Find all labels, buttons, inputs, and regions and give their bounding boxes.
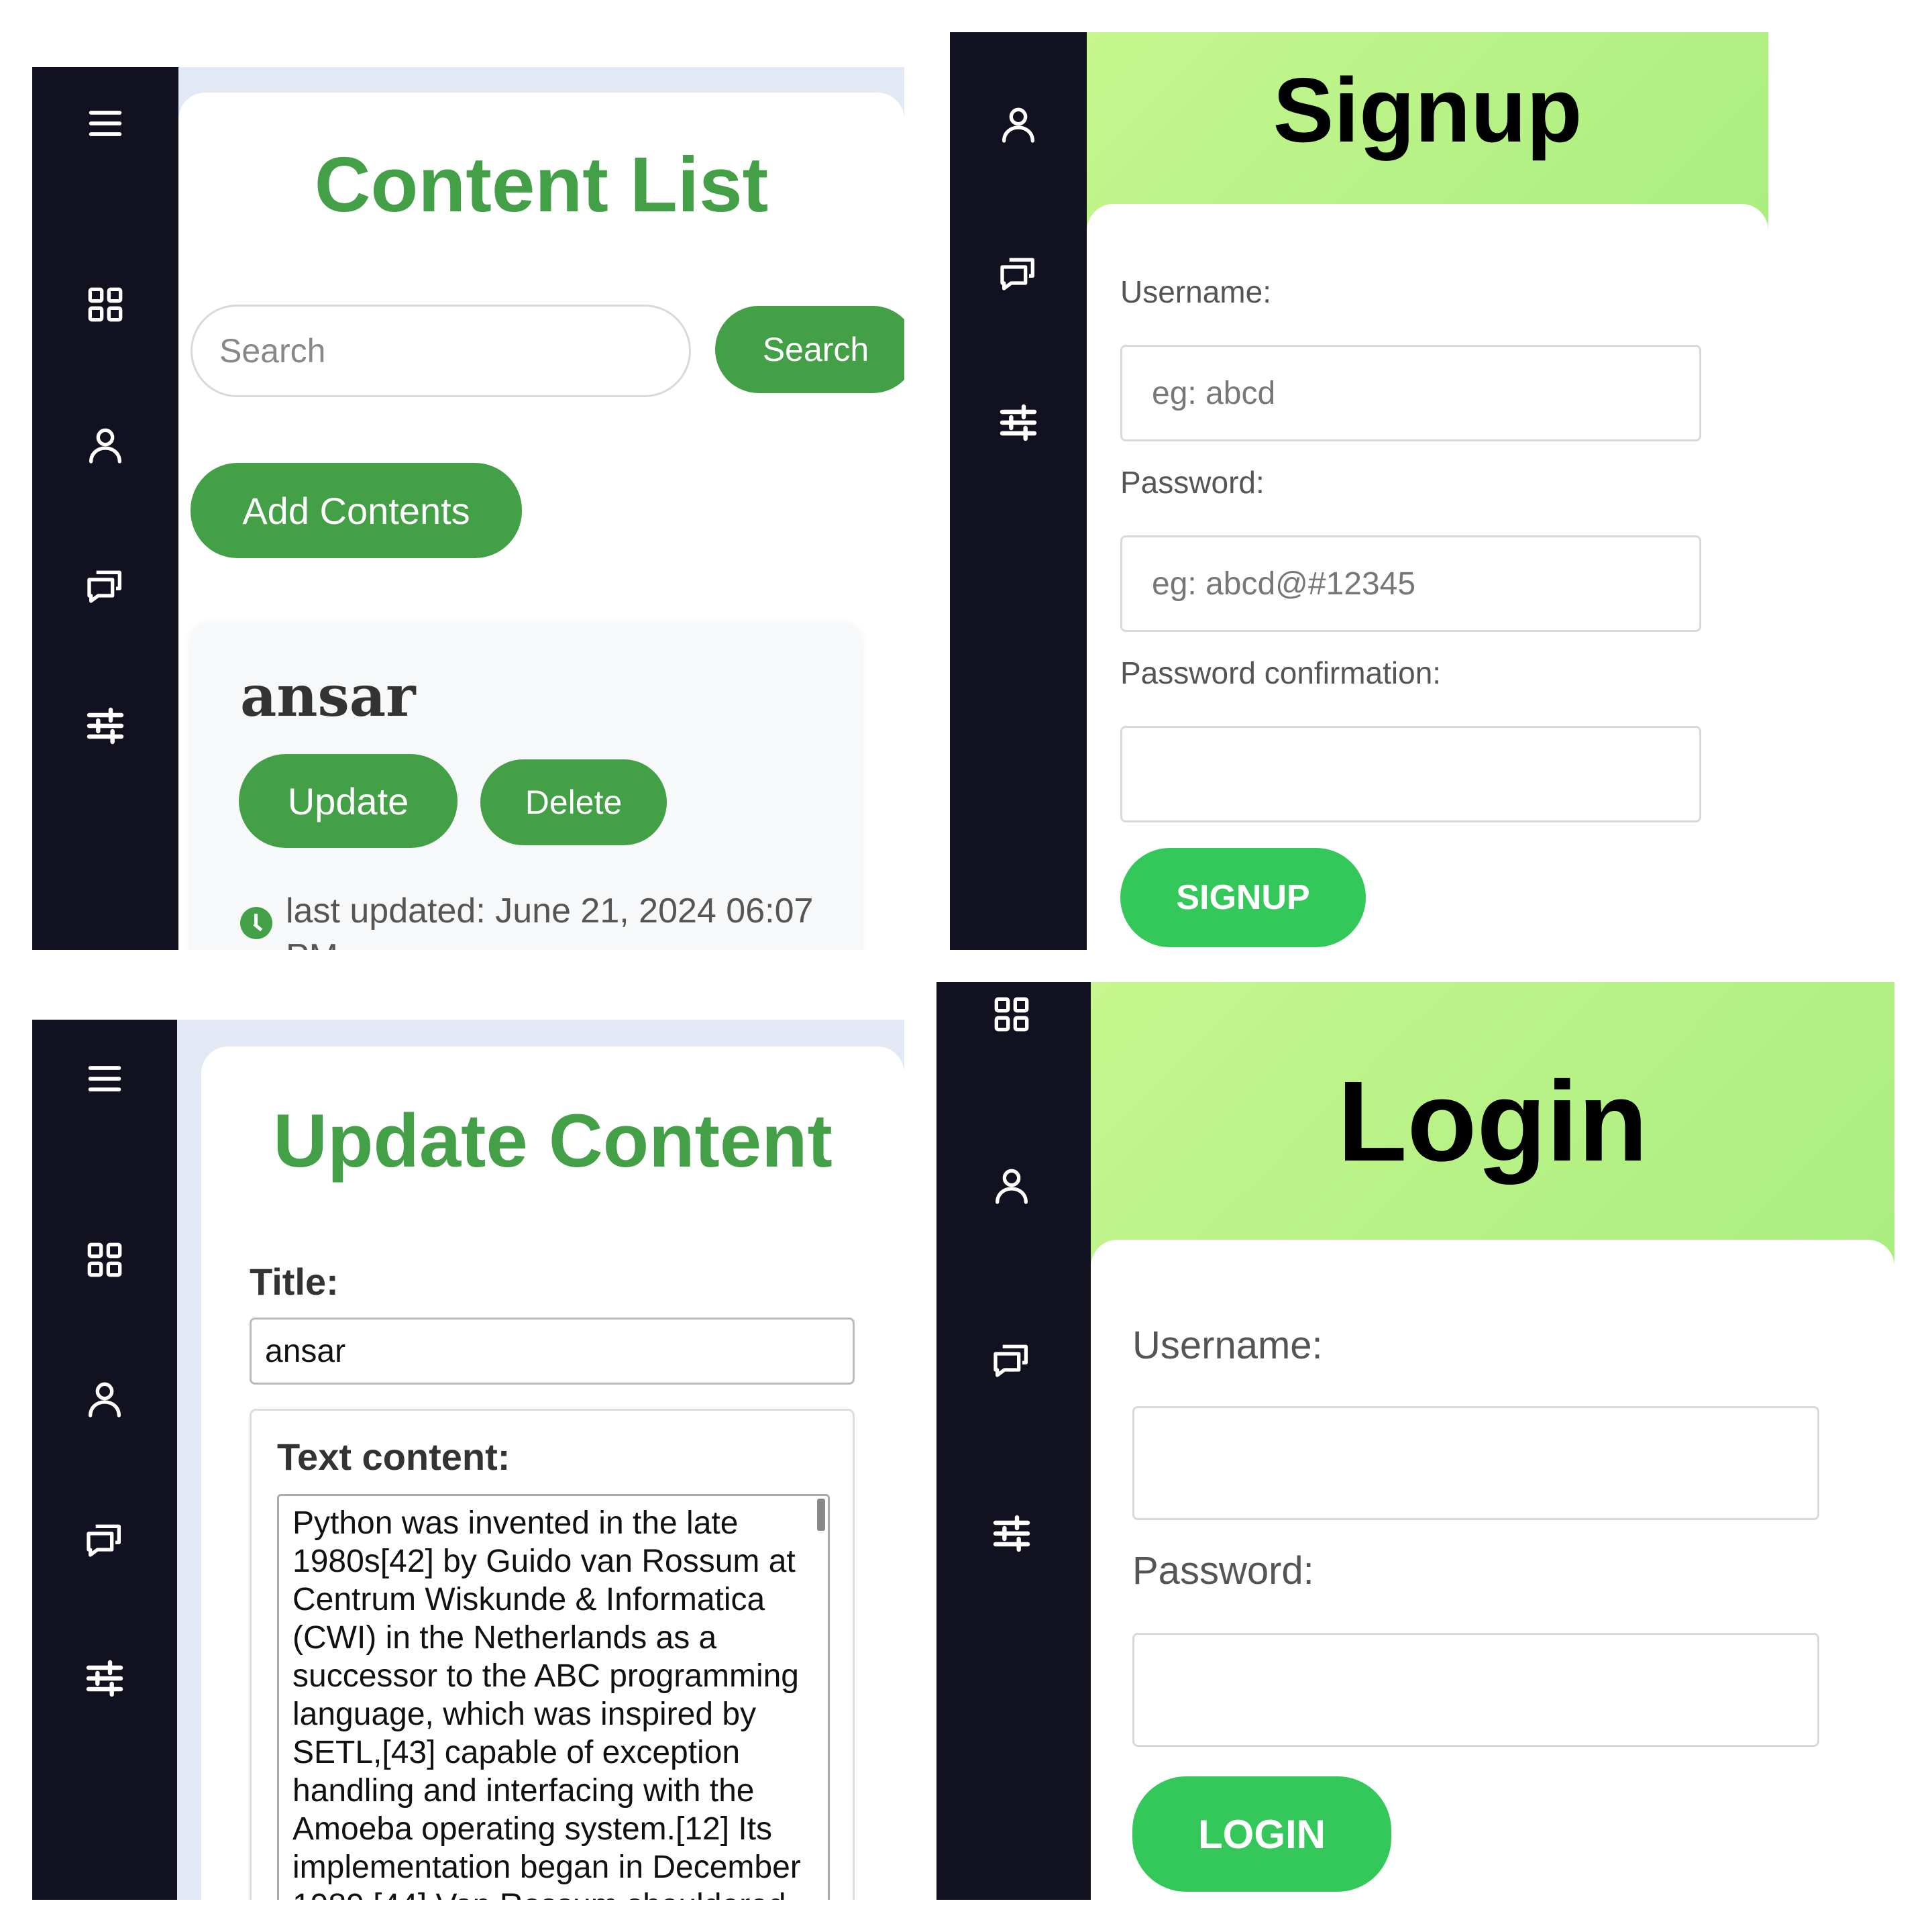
password-input[interactable]: eg: abcd@#12345: [1120, 535, 1701, 632]
chat-icon[interactable]: [83, 1517, 126, 1560]
user-icon[interactable]: [83, 1378, 126, 1421]
update-content-panel: Update Content Title: ansar Text content…: [32, 1020, 904, 1900]
username-label: Username:: [1132, 1324, 1323, 1367]
sliders-icon[interactable]: [997, 401, 1040, 444]
sliders-icon[interactable]: [83, 1657, 126, 1700]
sidebar: [936, 982, 1091, 1900]
chat-icon[interactable]: [990, 1338, 1033, 1381]
sliders-icon[interactable]: [84, 704, 127, 747]
search-button[interactable]: Search: [715, 306, 904, 393]
dashboard-icon[interactable]: [84, 283, 127, 326]
signup-button[interactable]: SIGNUP: [1120, 848, 1366, 947]
username-input[interactable]: eg: abcd: [1120, 345, 1701, 441]
search-placeholder: Search: [219, 332, 326, 370]
card-title: ansar: [240, 663, 416, 729]
update-button[interactable]: Update: [239, 754, 458, 848]
dashboard-icon[interactable]: [990, 993, 1033, 1036]
sidebar: [32, 67, 178, 950]
menu-icon[interactable]: [83, 1057, 126, 1100]
password-label: Password:: [1132, 1549, 1314, 1593]
title-label: Title:: [250, 1260, 339, 1303]
chat-icon[interactable]: [997, 251, 1040, 294]
content-card: ansar Update Delete last updated: June 2…: [191, 623, 861, 950]
text-content-value: Python was invented in the late 1980s[42…: [292, 1505, 801, 1900]
password-confirm-label: Password confirmation:: [1120, 655, 1442, 690]
password-placeholder: eg: abcd@#12345: [1152, 566, 1416, 602]
textarea-scrollbar-thumb[interactable]: [817, 1499, 825, 1531]
user-icon[interactable]: [997, 103, 1040, 146]
sliders-icon[interactable]: [990, 1512, 1033, 1555]
page-title: Signup: [1273, 59, 1582, 161]
login-form: Username: Password: LOGIN: [1091, 1240, 1894, 1900]
signup-header: Signup: [1087, 32, 1768, 233]
username-placeholder: eg: abcd: [1152, 375, 1276, 411]
page-title: Login: [1337, 1058, 1648, 1185]
user-icon[interactable]: [84, 424, 127, 467]
title-input[interactable]: ansar: [250, 1318, 855, 1385]
menu-icon[interactable]: [84, 102, 127, 145]
title-value: ansar: [265, 1333, 346, 1369]
dashboard-icon[interactable]: [83, 1238, 126, 1281]
clock-icon: [240, 907, 272, 939]
login-button[interactable]: LOGIN: [1132, 1776, 1391, 1892]
delete-button[interactable]: Delete: [480, 759, 667, 845]
content-list-panel: Content List Search Search Add Contents …: [32, 67, 904, 950]
page-title: Content List: [314, 141, 769, 228]
text-content-box: Text content: Python was invented in the…: [250, 1409, 855, 1900]
username-input[interactable]: [1132, 1406, 1819, 1520]
text-content-textarea[interactable]: Python was invented in the late 1980s[42…: [277, 1494, 830, 1900]
add-contents-button[interactable]: Add Contents: [191, 463, 522, 558]
login-header: Login: [1091, 982, 1894, 1264]
sidebar: [950, 32, 1087, 950]
text-content-label: Text content:: [277, 1436, 511, 1478]
username-label: Username:: [1120, 274, 1271, 309]
chat-icon[interactable]: [84, 564, 127, 606]
sidebar: [32, 1020, 177, 1900]
user-icon[interactable]: [990, 1165, 1033, 1208]
password-confirm-input[interactable]: [1120, 726, 1701, 822]
page-title: Update Content: [273, 1099, 833, 1183]
main-area: Update Content Title: ansar Text content…: [201, 1046, 904, 1900]
password-label: Password:: [1120, 465, 1265, 500]
last-updated: last updated: June 21, 2024 06:07 PM: [286, 892, 814, 950]
main-area: Content List Search Search Add Contents …: [178, 93, 904, 950]
signup-panel: Signup Username: eg: abcd Password: eg: …: [950, 32, 1768, 950]
password-input[interactable]: [1132, 1633, 1819, 1747]
signup-form: Username: eg: abcd Password: eg: abcd@#1…: [1087, 204, 1768, 950]
login-panel: Login Username: Password: LOGIN: [936, 982, 1894, 1900]
search-input[interactable]: Search: [191, 305, 691, 397]
